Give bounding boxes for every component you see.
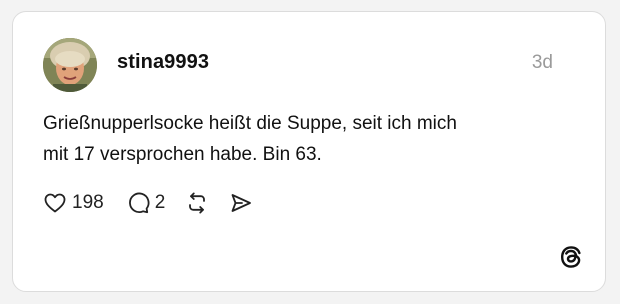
avatar-image <box>43 38 97 92</box>
post-text: Grießnupperlsocke heißt die Suppe, seit … <box>43 108 563 170</box>
send-arrow-icon <box>231 194 252 212</box>
post-text-line: mit 17 versprochen habe. Bin 63. <box>43 144 322 165</box>
reply-button[interactable]: 2 <box>126 191 166 215</box>
threads-logo-icon[interactable] <box>559 245 583 269</box>
repost-arrows-icon <box>189 192 206 214</box>
post-text-line: Grießnupperlsocke heißt die Suppe, seit … <box>43 113 457 134</box>
username[interactable]: stina9993 <box>117 51 209 74</box>
reply-count: 2 <box>154 192 166 213</box>
heart-icon <box>44 193 66 213</box>
like-button[interactable]: 198 <box>43 191 104 215</box>
post-timestamp: 3d <box>531 52 553 73</box>
post-actions: 198 2 <box>43 188 253 218</box>
share-button[interactable] <box>229 191 253 215</box>
avatar[interactable] <box>43 38 97 92</box>
like-count: 198 <box>72 192 104 213</box>
repost-button[interactable] <box>185 191 209 215</box>
speech-bubble-icon <box>128 192 150 214</box>
post-card: stina9993 3d Grießnupperlsocke heißt die… <box>12 11 606 292</box>
